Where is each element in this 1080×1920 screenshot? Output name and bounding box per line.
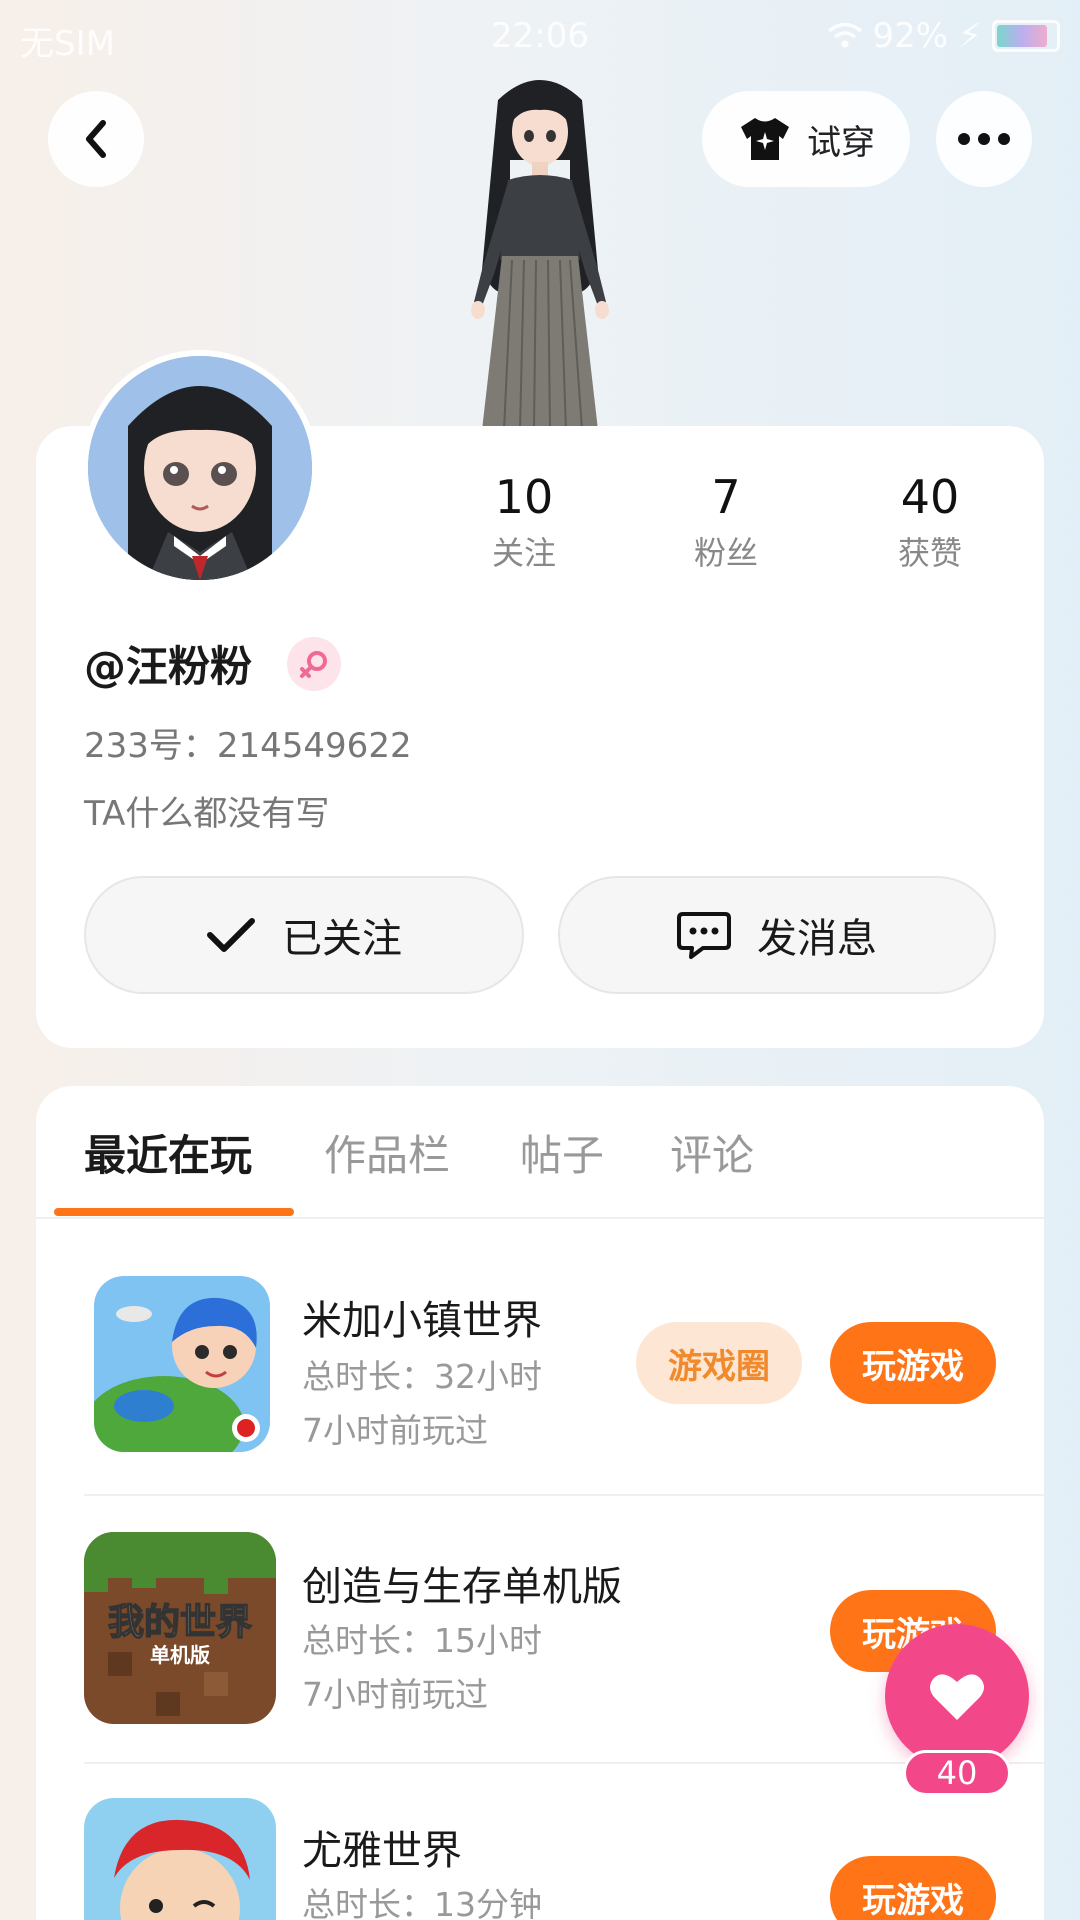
stat-likes[interactable]: 40 获赞: [830, 470, 1030, 574]
stat-likes-value: 40: [900, 470, 960, 524]
back-icon: [86, 120, 106, 158]
tshirt-icon: [741, 118, 789, 160]
like-count-badge: 40: [903, 1750, 1011, 1796]
check-icon: [207, 918, 255, 952]
status-bar: 无SIM 22:06 92% ⚡: [0, 0, 1080, 76]
battery-icon: [992, 20, 1060, 52]
like-button[interactable]: [885, 1624, 1029, 1768]
tab-divider: [36, 1217, 1044, 1219]
username: @汪粉粉: [84, 642, 253, 691]
back-button[interactable]: [48, 91, 144, 187]
stat-fans[interactable]: 7 粉丝: [626, 470, 826, 574]
row-divider: [84, 1762, 1044, 1764]
stat-fans-label: 粉丝: [693, 534, 758, 572]
game-last-played: 7小时前玩过: [302, 1411, 488, 1450]
user-bio: TA什么都没有写: [84, 794, 330, 834]
game-icon-youya[interactable]: [84, 1798, 276, 1920]
followed-button[interactable]: 已关注: [84, 876, 524, 994]
profile-avatar[interactable]: [82, 350, 318, 586]
stat-following-label: 关注: [491, 534, 556, 572]
status-right: 92% ⚡: [827, 16, 1060, 56]
game-icon-survival[interactable]: 我的世界 单机版: [84, 1532, 276, 1724]
stat-likes-label: 获赞: [897, 534, 962, 572]
game-title[interactable]: 创造与生存单机版: [302, 1554, 622, 1612]
heart-icon: [930, 1674, 984, 1720]
avatar-figure: [471, 80, 609, 430]
female-icon: [300, 651, 327, 678]
avatar-illustration: [88, 356, 312, 580]
wifi-icon: [827, 22, 862, 48]
more-button[interactable]: [936, 91, 1032, 187]
game-title[interactable]: 米加小镇世界: [302, 1288, 542, 1346]
stat-following-value: 10: [494, 470, 554, 524]
avatar: [88, 356, 312, 580]
more-icon: [958, 133, 1010, 145]
followed-label: 已关注: [282, 916, 402, 962]
icon-subtitle-text: 单机版: [150, 1643, 210, 1667]
tab-recently-played[interactable]: 最近在玩: [84, 1122, 252, 1183]
game-total-time: 总时长：15小时: [302, 1621, 542, 1660]
tab-indicator: [54, 1208, 294, 1216]
play-game-button[interactable]: 玩游戏: [830, 1322, 996, 1404]
charging-icon: ⚡: [958, 16, 982, 56]
tab-works[interactable]: 作品栏: [324, 1122, 450, 1183]
tab-posts[interactable]: 帖子: [520, 1122, 604, 1183]
game-icon-miga[interactable]: [94, 1276, 270, 1452]
send-message-button[interactable]: 发消息: [558, 876, 996, 994]
try-on-label: 试穿: [807, 122, 875, 163]
tab-comments[interactable]: 评论: [670, 1122, 754, 1183]
game-last-played: 7小时前玩过: [302, 1675, 488, 1714]
game-title[interactable]: 尤雅世界: [302, 1818, 462, 1876]
icon-title-text: 我的世界: [108, 1602, 252, 1643]
stat-following[interactable]: 10 关注: [424, 470, 624, 574]
chat-icon: [677, 912, 731, 959]
game-total-time: 总时长：13分钟: [302, 1885, 542, 1920]
battery-percent: 92%: [872, 16, 949, 56]
stat-fans-value: 7: [711, 470, 741, 524]
row-divider: [84, 1494, 1044, 1496]
user-id: 233号：214549622: [84, 726, 412, 766]
send-message-label: 发消息: [757, 916, 877, 962]
gender-badge: [287, 637, 341, 691]
game-total-time: 总时长：32小时: [302, 1357, 542, 1396]
play-game-button[interactable]: 玩游戏: [830, 1856, 996, 1920]
game-circle-button[interactable]: 游戏圈: [636, 1322, 802, 1404]
try-on-button[interactable]: 试穿: [702, 91, 910, 187]
